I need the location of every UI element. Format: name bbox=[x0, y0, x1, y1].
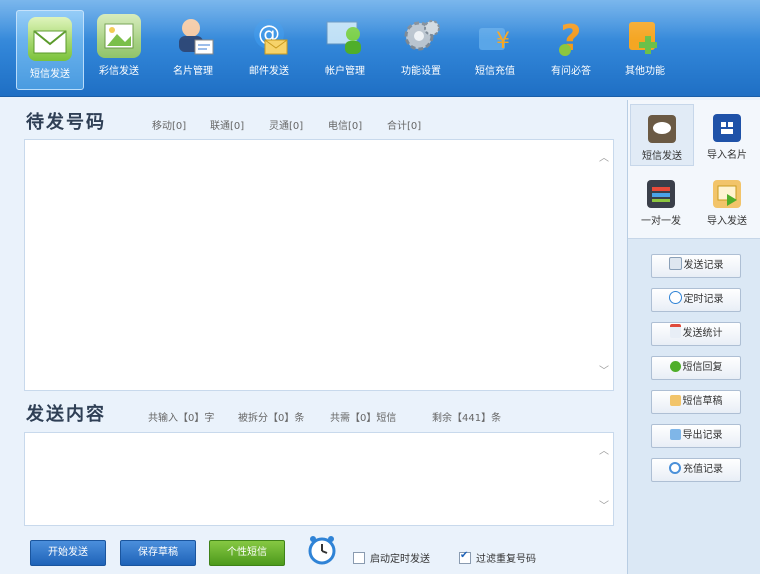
toolbar-sms-send[interactable]: 短信发送 bbox=[16, 10, 84, 90]
quick-sms-send[interactable]: 短信发送 bbox=[630, 104, 694, 166]
sms-envelope-icon bbox=[28, 17, 72, 61]
stat-unicom: 联通[0] bbox=[210, 121, 245, 132]
email-at-icon: @ bbox=[247, 14, 291, 58]
recharge-yen-icon: ¥ bbox=[473, 14, 517, 58]
import-send-icon bbox=[713, 180, 741, 208]
svg-text:¥: ¥ bbox=[496, 29, 510, 54]
export-icon bbox=[669, 429, 681, 440]
import-card-icon bbox=[713, 114, 741, 142]
message-textarea[interactable]: ︿ ﹀ bbox=[24, 432, 614, 526]
toolbar-recharge[interactable]: ¥ 短信充值 bbox=[462, 8, 528, 90]
recipients-title: 待发号码 bbox=[26, 112, 106, 133]
sms-draft-button[interactable]: 短信草稿 bbox=[651, 390, 741, 414]
alarm-clock-icon[interactable] bbox=[306, 534, 338, 566]
recipients-textarea[interactable]: ︿ ﹀ bbox=[24, 139, 614, 391]
quick-actions: 短信发送 导入名片 一对一发 导入发送 bbox=[628, 100, 760, 239]
account-user-icon bbox=[323, 14, 367, 58]
timed-records-button[interactable]: 定时记录 bbox=[651, 288, 741, 312]
scroll-up-icon[interactable]: ︿ bbox=[599, 447, 609, 457]
plus-more-icon bbox=[623, 14, 667, 58]
quick-import-send[interactable]: 导入发送 bbox=[696, 170, 758, 230]
send-stats-button[interactable]: 发送统计 bbox=[651, 322, 741, 346]
send-records-button[interactable]: 发送记录 bbox=[651, 254, 741, 278]
calendar-icon bbox=[669, 324, 681, 338]
message-scrollbar[interactable]: ︿ ﹀ bbox=[595, 433, 613, 525]
contact-card-icon bbox=[171, 14, 215, 58]
timer-send-checkbox[interactable]: 启动定时发送 bbox=[353, 550, 430, 565]
personalized-sms-button[interactable]: 个性短信 bbox=[209, 540, 285, 566]
gear-icon bbox=[399, 14, 443, 58]
reply-icon bbox=[669, 361, 681, 372]
pencil-icon bbox=[669, 395, 681, 406]
question-mark-icon: ? bbox=[549, 14, 593, 59]
stat-telecom: 电信[0] bbox=[328, 121, 363, 132]
mms-picture-icon bbox=[97, 14, 141, 58]
start-send-button[interactable]: 开始发送 bbox=[30, 540, 106, 566]
quick-import-card[interactable]: 导入名片 bbox=[696, 104, 758, 164]
toolbar-other[interactable]: 其他功能 bbox=[612, 8, 678, 90]
recipients-scrollbar[interactable]: ︿ ﹀ bbox=[595, 140, 613, 390]
main-toolbar: 短信发送 彩信发送 名片管理 @ 邮件发送 帐户管理 功能设置 ¥ 短信充值 ?… bbox=[0, 0, 760, 97]
stat-remaining: 剩余【441】条 bbox=[432, 413, 502, 424]
message-title: 发送内容 bbox=[26, 404, 106, 425]
toolbar-account-manage[interactable]: 帐户管理 bbox=[312, 8, 378, 90]
scroll-up-icon[interactable]: ︿ bbox=[599, 154, 609, 164]
recharge-records-button[interactable]: 充值记录 bbox=[651, 458, 741, 482]
document-icon bbox=[668, 257, 682, 270]
sms-reply-button[interactable]: 短信回复 bbox=[651, 356, 741, 380]
send-sms-panel: 待发号码 移动[0] 联通[0] 灵通[0] 电信[0] 合计[0] ︿ ﹀ 发… bbox=[10, 100, 622, 570]
chat-bubble-icon bbox=[648, 115, 676, 143]
save-draft-button[interactable]: 保存草稿 bbox=[120, 540, 196, 566]
scroll-down-icon[interactable]: ﹀ bbox=[599, 367, 609, 377]
stat-mobile: 移动[0] bbox=[152, 121, 187, 132]
export-records-button[interactable]: 导出记录 bbox=[651, 424, 741, 448]
stat-phs: 灵通[0] bbox=[269, 121, 304, 132]
toolbar-mms-send[interactable]: 彩信发送 bbox=[86, 8, 152, 90]
right-sidebar: 短信发送 导入名片 一对一发 导入发送 发送记录 定时记录 发送统计 短信回复 … bbox=[627, 100, 760, 574]
filter-checkbox-box[interactable] bbox=[459, 550, 471, 564]
stat-total: 合计[0] bbox=[387, 121, 422, 132]
filter-duplicates-checkbox[interactable]: 过滤重复号码 bbox=[459, 550, 536, 565]
toolbar-faq[interactable]: ? 有问必答 bbox=[538, 8, 604, 90]
scroll-down-icon[interactable]: ﹀ bbox=[599, 502, 609, 512]
toolbar-card-manage[interactable]: 名片管理 bbox=[160, 8, 226, 90]
stat-need-count: 共需【0】短信 bbox=[330, 413, 397, 424]
stat-split-count: 被拆分【0】条 bbox=[238, 413, 305, 424]
toolbar-settings[interactable]: 功能设置 bbox=[388, 8, 454, 90]
timer-checkbox-box[interactable] bbox=[353, 552, 365, 564]
stat-char-count: 共输入【0】字 bbox=[148, 413, 215, 424]
clock-icon bbox=[668, 291, 682, 304]
quick-one-to-one[interactable]: 一对一发 bbox=[630, 170, 692, 230]
one-to-one-icon bbox=[647, 180, 675, 208]
search-icon bbox=[669, 462, 681, 474]
toolbar-email-send[interactable]: @ 邮件发送 bbox=[236, 8, 302, 90]
